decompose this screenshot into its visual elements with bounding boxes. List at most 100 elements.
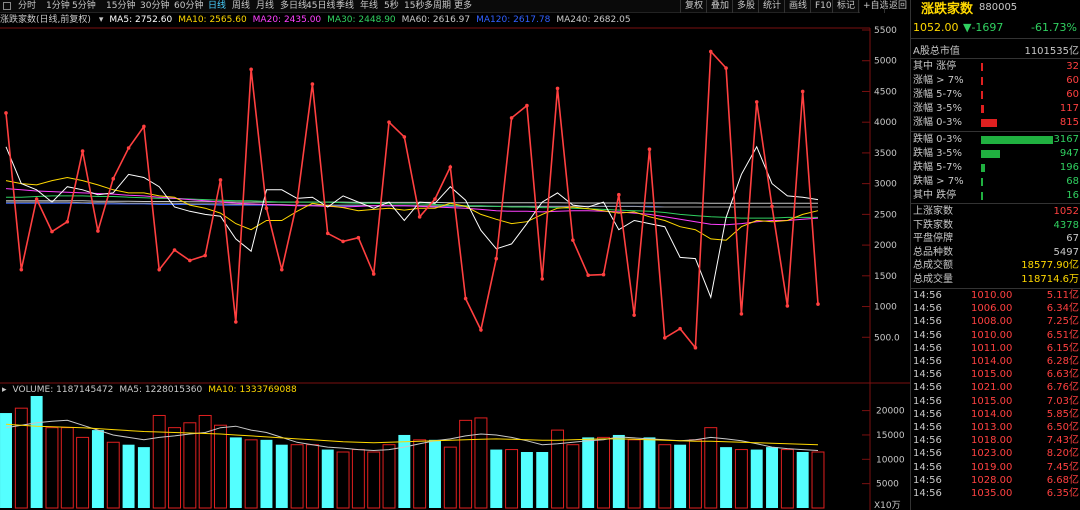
volume-bar	[168, 427, 182, 509]
toolbar-button-5[interactable]: F10	[810, 0, 832, 13]
period-tab-14[interactable]: 15秒	[404, 0, 424, 13]
tick-price: 1019.00	[971, 461, 1013, 473]
volume-bar	[674, 444, 687, 508]
tick-amount: 5.11亿	[1046, 290, 1079, 301]
data-point	[142, 124, 146, 129]
volume-bar	[474, 417, 488, 509]
y-tick-label: 1000	[874, 303, 897, 313]
data-point	[387, 120, 391, 124]
data-point	[509, 116, 514, 120]
volume-bar	[612, 434, 625, 508]
data-point	[463, 296, 468, 301]
toolbar-button-3[interactable]: 统计	[758, 0, 781, 13]
volume-bar	[198, 414, 212, 509]
range-label: 跌幅 > 7%	[913, 176, 964, 187]
toolbar-button-0[interactable]: 复权	[680, 0, 703, 13]
tick-row[interactable]: 14:56 1010.00 6.51亿	[913, 330, 1079, 342]
period-tab-5[interactable]: 60分钟	[174, 0, 203, 13]
mark-button[interactable]: 标记	[832, 0, 855, 13]
tick-time: 14:56	[913, 356, 942, 367]
toolbar-button-4[interactable]: 画线	[784, 0, 807, 13]
dropdown-icon[interactable]: ▾	[99, 14, 104, 27]
down-range-row: 跌幅 3-5% 947	[913, 147, 1079, 160]
tick-row[interactable]: 14:56 1010.00 5.11亿	[913, 290, 1079, 302]
down-range-row: 跌幅 5-7% 196	[913, 161, 1079, 174]
tick-price: 1014.00	[971, 356, 1013, 367]
tick-row[interactable]: 14:56 1008.00 7.25亿	[913, 316, 1079, 328]
period-tab-13[interactable]: 5秒	[384, 0, 399, 13]
panel-title: 涨跌家数	[921, 2, 974, 17]
period-tab-12[interactable]: 年线	[360, 0, 378, 13]
period-tab-10[interactable]: 45日线	[306, 0, 335, 13]
volume-bar	[45, 427, 59, 509]
range-bar	[981, 63, 983, 71]
volume-bar	[91, 430, 104, 508]
data-point	[111, 176, 116, 181]
tick-row[interactable]: 14:56 1035.00 6.35亿	[913, 488, 1079, 500]
tick-row[interactable]: 14:56 1018.00 7.43亿	[913, 435, 1079, 447]
period-tab-3[interactable]: 15分钟	[106, 0, 135, 13]
period-tab-1[interactable]: 1分钟	[46, 0, 70, 13]
period-tab-0[interactable]: 分时	[18, 0, 36, 13]
period-tab-6[interactable]: 日线	[208, 0, 226, 13]
volume-bar	[244, 439, 258, 509]
toolbar-button-2[interactable]: 多股	[732, 0, 755, 13]
toolbar-button-7[interactable]: 返回	[884, 0, 907, 13]
collapse-icon[interactable]: ▸	[2, 384, 7, 397]
divider	[911, 288, 1080, 289]
tick-row[interactable]: 14:56 1006.00 6.34亿	[913, 303, 1079, 315]
tick-price: 1011.00	[971, 342, 1013, 354]
tick-row[interactable]: 14:56 1021.00 6.76亿	[913, 382, 1079, 394]
price-chart[interactable]: 5500 5000 4500 4000 3500 3000 2500 2000 1500 1000…	[0, 0, 910, 510]
tick-price: 1010.00	[971, 329, 1013, 341]
tick-time: 14:56	[913, 474, 942, 486]
toolbar-button-1[interactable]: 叠加	[706, 0, 729, 13]
stat-row: 总成交额 18577.90亿	[913, 259, 1079, 272]
period-tab-16[interactable]: 更多	[454, 0, 472, 13]
grid-icon[interactable]	[3, 2, 11, 10]
tick-row[interactable]: 14:56 1013.00 6.50亿	[913, 422, 1079, 434]
divider	[911, 131, 1080, 132]
stat-label: 平盘停牌	[913, 233, 953, 244]
volume-bar	[137, 447, 150, 508]
period-tab-8[interactable]: 月线	[256, 0, 274, 13]
tick-row[interactable]: 14:56 1015.00 7.03亿	[913, 396, 1079, 408]
data-point	[341, 239, 345, 244]
tick-amount: 6.35亿	[1046, 488, 1079, 499]
tick-row[interactable]: 14:56 1023.00 8.20亿	[913, 448, 1079, 460]
tick-time: 14:56	[913, 316, 942, 328]
tick-time: 14:56	[913, 488, 942, 499]
tick-row[interactable]: 14:56 1011.00 6.15亿	[913, 343, 1079, 355]
tick-row[interactable]: 14:56 1014.00 6.28亿	[913, 356, 1079, 368]
tick-row[interactable]: 14:56 1028.00 6.68亿	[913, 475, 1079, 487]
period-tab-9[interactable]: 多日线	[280, 0, 307, 13]
tick-row[interactable]: 14:56 1014.00 5.85亿	[913, 409, 1079, 421]
ma-legend-item: MA240: 2682.05	[556, 15, 631, 25]
period-tab-4[interactable]: 30分钟	[140, 0, 169, 13]
period-tab-7[interactable]: 周线	[232, 0, 250, 13]
period-tab-11[interactable]: 季线	[336, 0, 354, 13]
y-tick-label: 500.0	[874, 333, 900, 343]
stat-row: 总成交量 118714.6万	[913, 273, 1079, 286]
tick-price: 1015.00	[971, 395, 1013, 407]
data-point	[632, 313, 636, 317]
data-point	[724, 66, 728, 70]
tick-amount: 7.03亿	[1046, 395, 1079, 407]
data-point	[601, 272, 606, 277]
market-value-label: A股总市值	[913, 46, 960, 57]
vol-tick-label: 5000	[876, 480, 899, 490]
volume-bar	[14, 407, 28, 509]
tick-price: 1014.00	[971, 408, 1013, 420]
tick-price: 1015.00	[971, 369, 1013, 381]
tick-row[interactable]: 14:56 1019.00 7.45亿	[913, 462, 1079, 474]
volume-bar	[643, 437, 656, 508]
volume-bar	[76, 436, 90, 509]
volume-unit-label: X10万	[874, 501, 901, 510]
volume-bar	[490, 449, 503, 508]
panel-price: 1052.00	[913, 21, 959, 34]
tick-row[interactable]: 14:56 1015.00 6.63亿	[913, 369, 1079, 381]
period-tab-2[interactable]: 5分钟	[72, 0, 96, 13]
period-tab-15[interactable]: 多周期	[424, 0, 451, 13]
tick-amount: 7.43亿	[1046, 435, 1079, 447]
tick-amount: 8.20亿	[1046, 448, 1079, 460]
